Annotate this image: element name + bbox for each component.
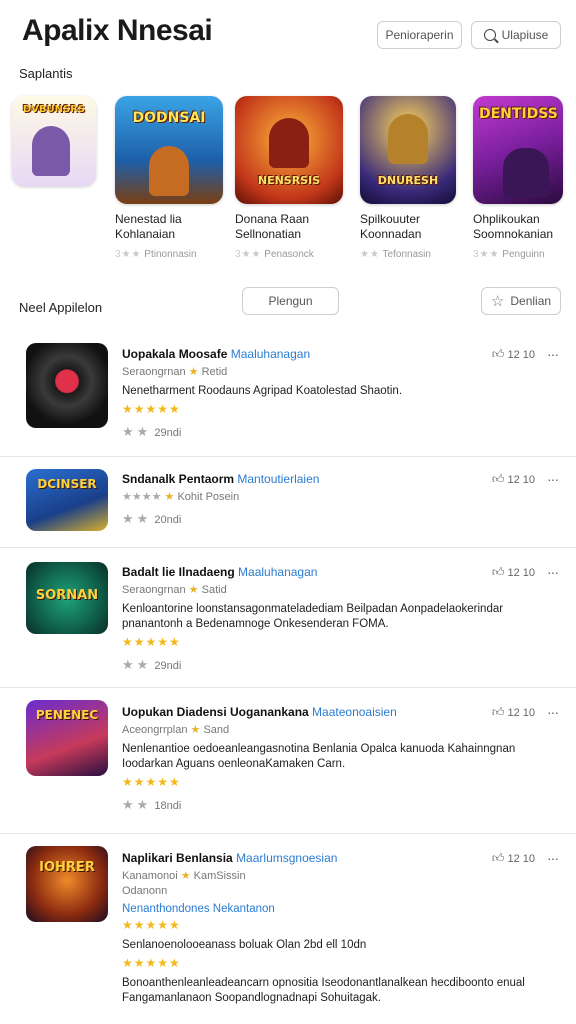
app-icon (26, 343, 108, 428)
app-review-count: ★★ 29ndi (122, 424, 182, 439)
featured-app-image: DODNSAI (115, 96, 223, 204)
more-icon[interactable]: ··· (547, 704, 559, 720)
featured-app-rating: 3★★ Penasonck (235, 249, 314, 260)
featured-app-image: DVBUNSRS (12, 96, 96, 186)
app-meta: Seraongrnan ★ Retid (122, 366, 228, 378)
app-review-count: ★★ 18ndi (122, 797, 182, 812)
more-icon[interactable]: ··· (547, 471, 559, 487)
featured-app-image: NENSRSIS (235, 96, 343, 204)
filter-button[interactable]: Plengun (242, 287, 339, 315)
featured-art-text: NENSRSIS (257, 174, 321, 187)
like-button[interactable]: 👍︎ 12 10 (492, 472, 535, 487)
list-item[interactable]: IOHRER Naplikari Benlansia Maarlumsgnoes… (0, 834, 576, 1020)
app-meta: Seraongrnan ★ Satid (122, 584, 227, 596)
primary-button-label: Penioraperin (385, 28, 454, 42)
app-icon: PENENEC (26, 700, 108, 776)
featured-art-text: DENTIDSS (479, 106, 558, 122)
character-figure (388, 114, 428, 164)
featured-app-image: DNURESH (360, 96, 456, 204)
featured-art-text: DODNSAI (132, 110, 206, 126)
row-actions: 👍︎ 12 10 ··· (492, 346, 559, 362)
like-button[interactable]: 👍︎ 12 10 (492, 565, 535, 580)
sort-button[interactable]: ☆ Denlian (481, 287, 561, 315)
featured-card[interactable]: NENSRSIS Donana Raan Sellnonatian 3★★ Pe… (235, 96, 355, 260)
featured-app-rating: ★★ Tefonnasin (360, 249, 431, 260)
search-button[interactable]: Ulapiuse (471, 21, 561, 49)
filter-button-label: Plengun (268, 294, 313, 308)
featured-app-rating: 3★★ Penguinn (473, 249, 545, 260)
more-icon[interactable]: ··· (547, 346, 559, 362)
app-description: Nenlenantioe oedoeanleangasnotina Benlan… (122, 743, 516, 770)
app-subtitle: Odanonn (122, 885, 168, 897)
app-header: Apalix Nnesai Penioraperin Ulapiuse (0, 0, 576, 60)
featured-card[interactable]: DODNSAI Nenestad lia Kohlanaian 3★★ Ptin… (115, 96, 235, 260)
featured-app-name: Nenestad lia Kohlanaian (115, 212, 182, 241)
app-review-count: ★★ 20ndi (122, 511, 182, 526)
featured-carousel: DVBUNSRS DODNSAI Nenestad lia Kohlanaian… (0, 96, 576, 266)
featured-card[interactable]: DNURESH Spilkouuter Koonnadan ★★ Tefonna… (360, 96, 480, 260)
app-rating-stars: ★★★★★ (122, 635, 181, 649)
app-rating-stars: ★★★★★ (122, 918, 181, 932)
list-item[interactable]: PENENEC Uopukan Diadensi Uoganankana Maa… (0, 688, 576, 834)
app-icon: IOHRER (26, 846, 108, 922)
app-icon: DCINSER (26, 469, 108, 531)
primary-button[interactable]: Penioraperin (377, 21, 462, 49)
app-icon: SORNAN (26, 562, 108, 634)
app-description: Senlanoenolooeanass boluak Olan 2bd ell … (122, 939, 367, 951)
app-rating-stars: ★★★★★ (122, 775, 181, 789)
thumbs-up-icon: 👍︎ (491, 346, 505, 361)
character-figure (269, 118, 309, 168)
featured-section-label: Saplantis (19, 66, 73, 81)
app-rating-stars: ★★★★★ (122, 402, 181, 416)
search-icon (483, 29, 496, 41)
featured-card[interactable]: DENTIDSS Ohplikoukan Soomnokanian 3★★ Pe… (473, 96, 576, 260)
list-item[interactable]: Uopakala Moosafe Maaluhanagan Seraongrna… (0, 330, 576, 457)
featured-app-rating: 3★★ Ptinonnasin (115, 249, 197, 260)
thumbs-up-icon: 👍︎ (491, 850, 505, 865)
character-figure (32, 126, 70, 176)
thumbs-up-icon: 👍︎ (491, 564, 505, 579)
featured-app-name: Spilkouuter Koonnadan (360, 212, 422, 241)
like-button[interactable]: 👍︎ 12 10 (492, 705, 535, 720)
row-actions: 👍︎ 12 10 ··· (492, 564, 559, 580)
list-item[interactable]: DCINSER Sndanalk Pentaorm Mantoutierlaie… (0, 457, 576, 548)
row-actions: 👍︎ 12 10 ··· (492, 704, 559, 720)
app-rating-stars-secondary: ★★★★★ (122, 956, 181, 970)
thumbs-up-icon: 👍︎ (491, 704, 505, 719)
list-item[interactable]: SORNAN Badalt lie Ilnadaeng Maaluhanagan… (0, 548, 576, 688)
row-actions: 👍︎ 12 10 ··· (492, 850, 559, 866)
featured-app-image: DENTIDSS (473, 96, 563, 204)
like-button[interactable]: 👍︎ 12 10 (492, 347, 535, 362)
featured-card[interactable]: DVBUNSRS (12, 96, 132, 186)
more-icon[interactable]: ··· (547, 564, 559, 580)
more-icon[interactable]: ··· (547, 850, 559, 866)
character-figure (149, 146, 189, 196)
featured-art-text: DNURESH (377, 174, 439, 187)
thumbs-up-icon: 👍︎ (491, 471, 505, 486)
app-description: Kenloantorine loonstansagonmateladediam … (122, 603, 504, 630)
character-figure (503, 148, 549, 198)
app-meta: ★★★★ ★ Kohit Posein (122, 491, 240, 503)
row-actions: 👍︎ 12 10 ··· (492, 471, 559, 487)
list-section-label: Neel Appilelon (19, 300, 103, 315)
star-icon: ☆ (490, 293, 505, 310)
like-button[interactable]: 👍︎ 12 10 (492, 851, 535, 866)
app-meta: Aceongrrplan ★ Sand (122, 724, 230, 736)
app-review-count: ★★ 29ndi (122, 657, 182, 672)
app-description-secondary: Bonoanthenleanleadeancarn opnositia Iseo… (122, 977, 525, 1004)
search-button-label: Ulapiuse (501, 28, 549, 42)
app-link[interactable]: Nenanthondones Nekantanon (122, 903, 556, 915)
app-description: Nenetharment Roodauns Agripad Koatolesta… (122, 385, 403, 397)
featured-art-text: DVBUNSRS (22, 104, 86, 115)
app-meta: Kanamonoi ★ KamSissin (122, 870, 246, 882)
app-title: Apalix Nnesai (22, 14, 213, 47)
sort-button-label: Denlian (510, 294, 552, 308)
featured-app-name: Donana Raan Sellnonatian (235, 212, 310, 241)
featured-app-name: Ohplikoukan Soomnokanian (473, 212, 554, 241)
